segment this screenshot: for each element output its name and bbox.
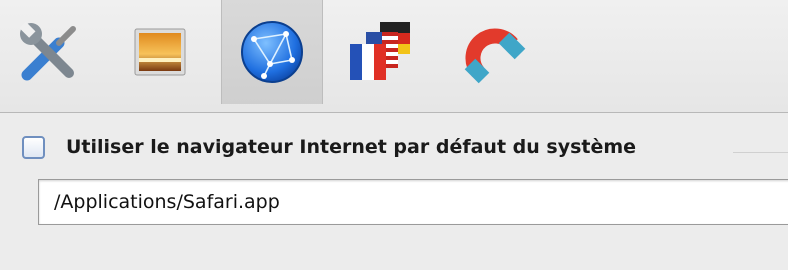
tab-tools[interactable] [0, 0, 100, 104]
network-globe-icon [241, 21, 303, 83]
magnet-icon [464, 28, 526, 84]
use-default-browser-checkbox[interactable] [22, 136, 45, 159]
use-default-browser-label: Utiliser le navigateur Internet par défa… [66, 136, 637, 158]
divider [733, 152, 788, 153]
tab-network[interactable] [221, 0, 323, 104]
picture-icon [134, 28, 186, 76]
languages-flags-icon [350, 22, 410, 80]
tab-languages[interactable] [330, 0, 430, 104]
preferences-toolbar [0, 0, 788, 113]
tab-appearance[interactable] [110, 0, 210, 104]
tab-magnet[interactable] [442, 0, 542, 104]
network-pane: Utiliser le navigateur Internet par défa… [0, 113, 788, 270]
browser-path-field[interactable]: /Applications/Safari.app [38, 179, 788, 225]
tools-icon [19, 21, 76, 81]
